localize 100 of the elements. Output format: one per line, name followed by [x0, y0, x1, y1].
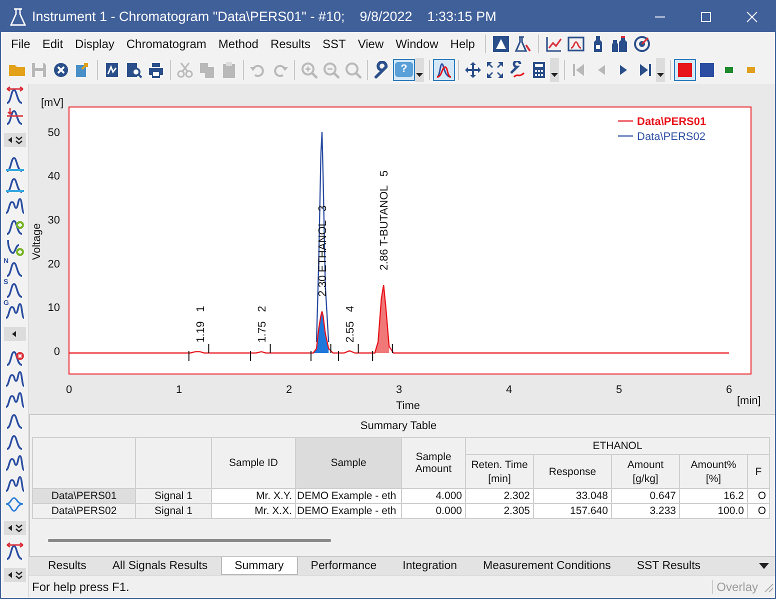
toolbar-button[interactable]	[564, 34, 587, 54]
tab[interactable]: Summary	[220, 557, 298, 576]
status-indicator: Overlay	[712, 580, 762, 594]
help-bubble-icon: ?	[395, 62, 413, 76]
table-cell: Data\PERS02	[32, 504, 136, 518]
column-header[interactable]: Sample Amount	[402, 438, 466, 488]
collapse-button[interactable]	[4, 133, 26, 147]
table-cell: 16.2	[680, 488, 748, 504]
wrench-curve-icon	[508, 60, 526, 78]
menu-item[interactable]: View	[352, 34, 390, 52]
double-peak-icon	[4, 368, 24, 388]
peak-arrows-down-icon	[4, 106, 24, 126]
peak-label: 1.19 1	[194, 306, 207, 343]
axis-title: Time	[396, 400, 420, 412]
table-cell: 0.647	[612, 488, 680, 504]
toolbar-button[interactable]	[433, 58, 455, 80]
dropdown-button[interactable]	[550, 58, 559, 82]
status-text: For help press F1.	[31, 580, 130, 594]
menu-item[interactable]: Help	[444, 34, 481, 52]
axis-title: Voltage	[31, 223, 43, 260]
scrollbar[interactable]	[48, 539, 331, 542]
integration-marker	[372, 344, 393, 362]
tick-label: 10	[48, 302, 60, 314]
peak-label: 1.75 2	[256, 306, 268, 343]
menu-item[interactable]: Results	[264, 34, 316, 52]
calculator-icon	[530, 60, 548, 78]
axis-unit: [min]	[737, 395, 761, 407]
expand-icon	[486, 60, 504, 78]
group-header: ETHANOL	[466, 438, 770, 454]
menu-item[interactable]: Window	[390, 34, 444, 52]
menu-item[interactable]: Edit	[36, 34, 70, 52]
tick-label: 5	[616, 384, 622, 396]
print-icon	[147, 60, 165, 78]
tick-label: 30	[48, 214, 60, 226]
dropdown-button[interactable]	[415, 58, 424, 82]
legend-label: Data\PERS02	[637, 131, 706, 143]
column-header[interactable]: Reten. Time [min]	[466, 454, 534, 488]
tick-label: 40	[48, 170, 60, 183]
caret-icon	[759, 563, 769, 570]
menu-item[interactable]: Method	[212, 34, 264, 52]
menu-item[interactable]: File	[5, 34, 36, 52]
table-cell: 0.000	[402, 504, 466, 518]
table-cell: Data\PERS01	[32, 488, 136, 504]
column-header[interactable]: Amount [g/kg]	[612, 454, 680, 488]
caret-icon	[6, 135, 22, 145]
menu-item[interactable]: Chromatogram	[120, 34, 212, 52]
table-title: Summary Table	[359, 419, 438, 434]
floppy-icon	[30, 60, 48, 78]
valley-add-icon	[4, 238, 24, 258]
scissors-icon	[176, 60, 194, 78]
tab[interactable]: Integration	[390, 557, 470, 576]
caret-icon	[6, 570, 22, 580]
table-cell: DEMO Example - eth	[296, 488, 402, 504]
collapse-button[interactable]	[4, 327, 26, 341]
table-cell: 100.0	[680, 504, 748, 518]
column-header[interactable]: Sample	[296, 438, 402, 488]
table-cell: 2.302	[466, 488, 534, 504]
tab[interactable]: Results	[35, 557, 100, 576]
legend-line	[618, 135, 633, 137]
double-peak-icon	[4, 390, 24, 410]
collapse-button[interactable]	[4, 568, 26, 582]
menu-item[interactable]: Display	[69, 34, 120, 52]
caret-icon	[416, 72, 423, 76]
axis-unit: [mV]	[41, 97, 64, 109]
table-cell: 3.233	[612, 504, 680, 518]
table-cell: Signal 1	[136, 488, 212, 504]
tab[interactable]: Measurement Conditions	[470, 557, 624, 576]
double-peak-icon	[4, 474, 24, 494]
tab[interactable]: SST Results	[624, 557, 714, 576]
collapse-button[interactable]	[4, 521, 26, 535]
close-icon	[52, 60, 70, 78]
toolbar-button[interactable]	[674, 58, 696, 80]
caret-icon	[6, 523, 22, 533]
double-peak-icon	[4, 300, 24, 320]
column-header[interactable]: Sample ID	[212, 438, 296, 488]
peak-label: 2.55 4	[344, 306, 356, 343]
column-header[interactable]: Amount% [%]	[680, 454, 748, 488]
tab[interactable]: All Signals Results	[99, 557, 221, 576]
column-header[interactable]: F	[748, 454, 770, 488]
caret-icon	[551, 72, 558, 76]
close-icon	[746, 10, 758, 22]
table-cell: Mr. X.X.	[212, 504, 296, 518]
dropdown-button[interactable]	[656, 58, 665, 82]
move-icon	[464, 60, 482, 78]
paste-icon	[220, 60, 238, 78]
table-cell: 33.048	[534, 488, 612, 504]
tick-label: 0	[66, 384, 72, 396]
maximize-icon	[700, 10, 712, 22]
zoom-in-icon	[300, 60, 318, 78]
tick-label: 1	[176, 384, 182, 396]
tick-label: 6	[726, 384, 732, 396]
peak-label: 2.30 ETHANOL 3	[317, 205, 329, 297]
tab[interactable]: Performance	[298, 557, 390, 576]
flask-icon	[514, 34, 532, 52]
table-cell: 4.000	[402, 488, 466, 504]
window-title: Instrument 1 - Chromatogram "Data\PERS01" - #10; 9/8/2022 1:33:15 PM	[32, 9, 498, 24]
column-header[interactable]: Response	[534, 454, 612, 488]
menu-item[interactable]: SST	[316, 34, 352, 52]
tick-label: 4	[506, 384, 512, 396]
triangle-badge-icon	[492, 34, 510, 52]
